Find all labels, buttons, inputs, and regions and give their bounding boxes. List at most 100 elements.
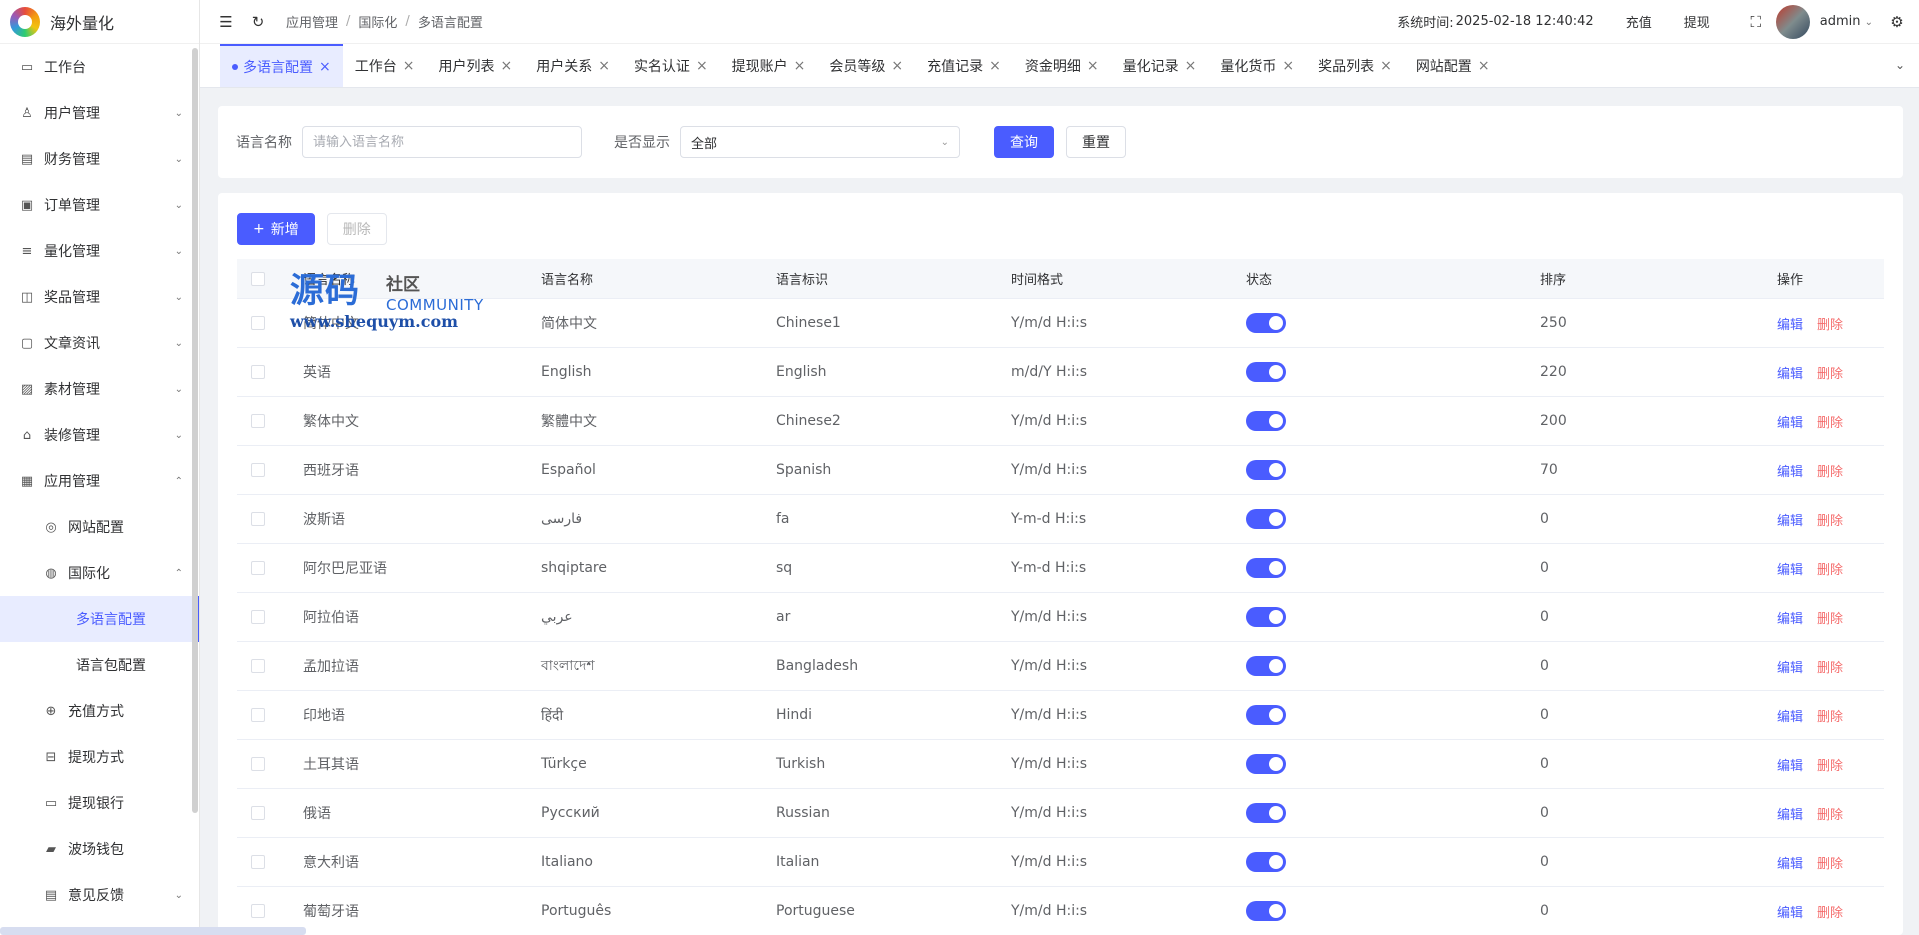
delete-link[interactable]: 删除 (1817, 412, 1843, 431)
select-all-checkbox[interactable] (251, 271, 265, 286)
sidebar-subitem[interactable]: ▰ 波场钱包 (0, 826, 199, 872)
settings-icon[interactable]: ⚙ (1887, 12, 1907, 32)
edit-link[interactable]: 编辑 (1777, 804, 1803, 823)
sidebar-item[interactable]: ⌂ 装修管理 ⌄ (0, 412, 199, 458)
status-toggle[interactable] (1246, 705, 1286, 725)
status-toggle[interactable] (1246, 558, 1286, 578)
row-checkbox[interactable] (251, 708, 265, 722)
delete-link[interactable]: 删除 (1817, 706, 1843, 725)
row-checkbox[interactable] (251, 610, 265, 624)
sidebar-item[interactable]: ▣ 订单管理 ⌄ (0, 182, 199, 228)
breadcrumb-item[interactable]: 国际化 (358, 12, 397, 31)
status-toggle[interactable] (1246, 754, 1286, 774)
sidebar-subitem[interactable]: ◍ 国际化 ⌃ (0, 550, 199, 596)
row-checkbox[interactable] (251, 316, 265, 330)
app-logo-area[interactable]: 海外量化 (0, 0, 199, 44)
row-checkbox[interactable] (251, 414, 265, 428)
delete-link[interactable]: 删除 (1817, 853, 1843, 872)
edit-link[interactable]: 编辑 (1777, 657, 1803, 676)
language-name-input[interactable] (302, 126, 582, 158)
sidebar-item[interactable]: ▢ 文章资讯 ⌄ (0, 320, 199, 366)
avatar[interactable] (1775, 4, 1810, 39)
close-icon[interactable]: × (403, 58, 415, 74)
status-toggle[interactable] (1246, 460, 1286, 480)
edit-link[interactable]: 编辑 (1777, 559, 1803, 578)
tab[interactable]: 量化记录 × (1111, 44, 1209, 87)
delete-link[interactable]: 删除 (1817, 902, 1843, 921)
close-icon[interactable]: × (794, 58, 806, 74)
edit-link[interactable]: 编辑 (1777, 608, 1803, 627)
close-icon[interactable]: × (696, 58, 708, 74)
close-icon[interactable]: × (1282, 58, 1294, 74)
tab[interactable]: 资金明细 × (1013, 44, 1111, 87)
delete-link[interactable]: 删除 (1817, 559, 1843, 578)
edit-link[interactable]: 编辑 (1777, 853, 1803, 872)
sidebar-subitem[interactable]: ▤ 意见反馈 ⌄ (0, 872, 199, 918)
edit-link[interactable]: 编辑 (1777, 314, 1803, 333)
tab[interactable]: 奖品列表 × (1306, 44, 1404, 87)
refresh-icon[interactable]: ↻ (248, 12, 268, 32)
delete-link[interactable]: 删除 (1817, 363, 1843, 382)
status-toggle[interactable] (1246, 411, 1286, 431)
sidebar-scrollbar[interactable] (192, 48, 198, 813)
status-toggle[interactable] (1246, 901, 1286, 921)
fullscreen-icon[interactable]: ⛶ (1746, 12, 1766, 32)
recharge-button[interactable]: 充值 (1626, 12, 1652, 31)
delete-link[interactable]: 删除 (1817, 314, 1843, 333)
row-checkbox[interactable] (251, 855, 265, 869)
breadcrumb-item[interactable]: 应用管理 (286, 12, 338, 31)
tab[interactable]: 用户列表 × (426, 44, 524, 87)
sidebar-subitem[interactable]: ◎ 网站配置 (0, 504, 199, 550)
sidebar-subitem[interactable]: ⊟ 提现方式 (0, 734, 199, 780)
sidebar-item[interactable]: ▭ 工作台 (0, 44, 199, 90)
edit-link[interactable]: 编辑 (1777, 461, 1803, 480)
close-icon[interactable]: × (319, 59, 331, 75)
row-checkbox[interactable] (251, 659, 265, 673)
tab[interactable]: 会员等级 × (817, 44, 915, 87)
row-checkbox[interactable] (251, 463, 265, 477)
tab[interactable]: 提现账户 × (720, 44, 818, 87)
status-toggle[interactable] (1246, 362, 1286, 382)
close-icon[interactable]: × (989, 58, 1001, 74)
sidebar-item[interactable]: ♙ 用户管理 ⌄ (0, 90, 199, 136)
show-select[interactable]: 全部 ⌄ (680, 126, 960, 158)
query-button[interactable]: 查询 (994, 126, 1054, 158)
withdraw-button[interactable]: 提现 (1684, 12, 1710, 31)
edit-link[interactable]: 编辑 (1777, 363, 1803, 382)
delete-link[interactable]: 删除 (1817, 755, 1843, 774)
delete-link[interactable]: 删除 (1817, 657, 1843, 676)
status-toggle[interactable] (1246, 852, 1286, 872)
sidebar-item[interactable]: ▤ 财务管理 ⌄ (0, 136, 199, 182)
tab[interactable]: 量化货币 × (1208, 44, 1306, 87)
edit-link[interactable]: 编辑 (1777, 706, 1803, 725)
menu-fold-icon[interactable]: ☰ (216, 12, 236, 32)
edit-link[interactable]: 编辑 (1777, 510, 1803, 529)
status-toggle[interactable] (1246, 656, 1286, 676)
close-icon[interactable]: × (1087, 58, 1099, 74)
delete-link[interactable]: 删除 (1817, 804, 1843, 823)
reset-button[interactable]: 重置 (1066, 126, 1126, 158)
close-icon[interactable]: × (1478, 58, 1490, 74)
row-checkbox[interactable] (251, 806, 265, 820)
row-checkbox[interactable] (251, 365, 265, 379)
add-button[interactable]: + 新增 (237, 213, 315, 245)
tab[interactable]: 实名认证 × (622, 44, 720, 87)
sidebar-subitem[interactable]: ▭ 提现银行 (0, 780, 199, 826)
delete-link[interactable]: 删除 (1817, 510, 1843, 529)
delete-link[interactable]: 删除 (1817, 608, 1843, 627)
sidebar-subitem[interactable]: 语言包配置 (0, 642, 199, 688)
tab[interactable]: 网站配置 × (1404, 44, 1502, 87)
delete-link[interactable]: 删除 (1817, 461, 1843, 480)
row-checkbox[interactable] (251, 757, 265, 771)
close-icon[interactable]: × (1380, 58, 1392, 74)
edit-link[interactable]: 编辑 (1777, 412, 1803, 431)
close-icon[interactable]: × (500, 58, 512, 74)
user-menu[interactable]: admin ⌄ (1820, 14, 1873, 29)
tab[interactable]: 充值记录 × (915, 44, 1013, 87)
chevron-down-icon[interactable]: ⌄ (1895, 58, 1905, 72)
tab[interactable]: 用户关系 × (524, 44, 622, 87)
close-icon[interactable]: × (891, 58, 903, 74)
row-checkbox[interactable] (251, 904, 265, 918)
close-icon[interactable]: × (1185, 58, 1197, 74)
status-toggle[interactable] (1246, 607, 1286, 627)
